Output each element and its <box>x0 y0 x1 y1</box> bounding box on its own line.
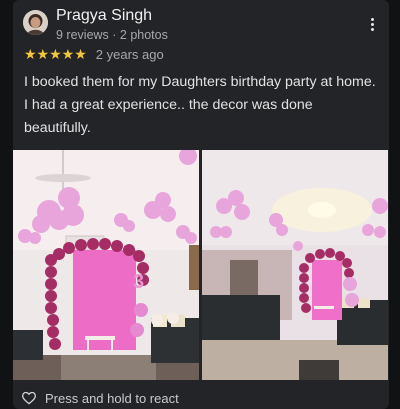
heart-icon[interactable] <box>21 390 37 406</box>
author-name[interactable]: Pragya Singh <box>56 7 152 25</box>
review-time: 2 years ago <box>95 47 164 62</box>
review-card: Pragya Singh 9 reviews · 2 photos ★★★★★ … <box>13 0 389 409</box>
star-rating: ★★★★★ <box>24 46 87 62</box>
review-text: I booked them for my Daughters birthday … <box>24 74 376 136</box>
review-photo-2[interactable] <box>202 150 388 380</box>
more-options-icon[interactable] <box>365 16 379 34</box>
author-avatar[interactable] <box>23 10 48 35</box>
rating-row: ★★★★★ 2 years ago <box>24 46 164 63</box>
review-photo-1[interactable]: 3 <box>13 150 199 380</box>
react-bar[interactable]: Press and hold to react <box>21 390 179 406</box>
author-meta: 9 reviews · 2 photos <box>56 28 168 42</box>
react-label: Press and hold to react <box>45 390 179 406</box>
svg-text:3: 3 <box>133 271 144 293</box>
